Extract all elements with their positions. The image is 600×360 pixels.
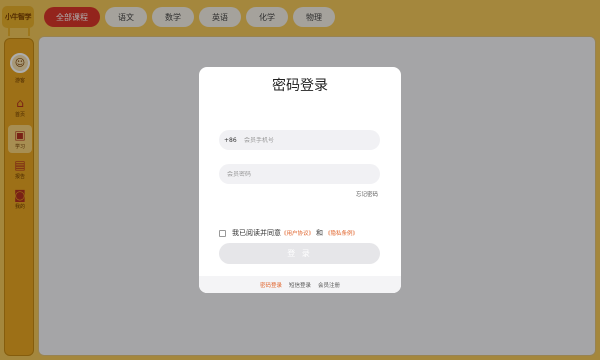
country-code[interactable]: +86 [224,137,244,144]
register-link[interactable]: 会员注册 [318,281,340,289]
phone-field: +86 [219,130,380,150]
and-text: 和 [316,229,324,237]
login-mode-footer: 密码登录 短信登录 会员注册 [199,276,401,293]
phone-input[interactable] [244,136,364,144]
agree-checkbox[interactable] [219,229,226,237]
sms-login-link[interactable]: 短信登录 [289,281,311,289]
login-modal: 密码登录 +86 忘记密码 我已阅读并同意 《用户协议》 和 《隐私条例》 登 … [199,67,401,293]
forgot-password-link[interactable]: 忘记密码 [356,190,378,198]
agree-text: 我已阅读并同意 [232,229,281,237]
password-field [219,164,380,184]
modal-title: 密码登录 [272,78,328,94]
password-login-link[interactable]: 密码登录 [260,281,282,289]
user-agreement-link[interactable]: 《用户协议》 [281,229,314,237]
login-button[interactable]: 登 录 [219,243,380,264]
privacy-policy-link[interactable]: 《隐私条例》 [325,229,358,237]
agreement-row: 我已阅读并同意 《用户协议》 和 《隐私条例》 [219,228,358,238]
password-input[interactable] [227,170,347,178]
